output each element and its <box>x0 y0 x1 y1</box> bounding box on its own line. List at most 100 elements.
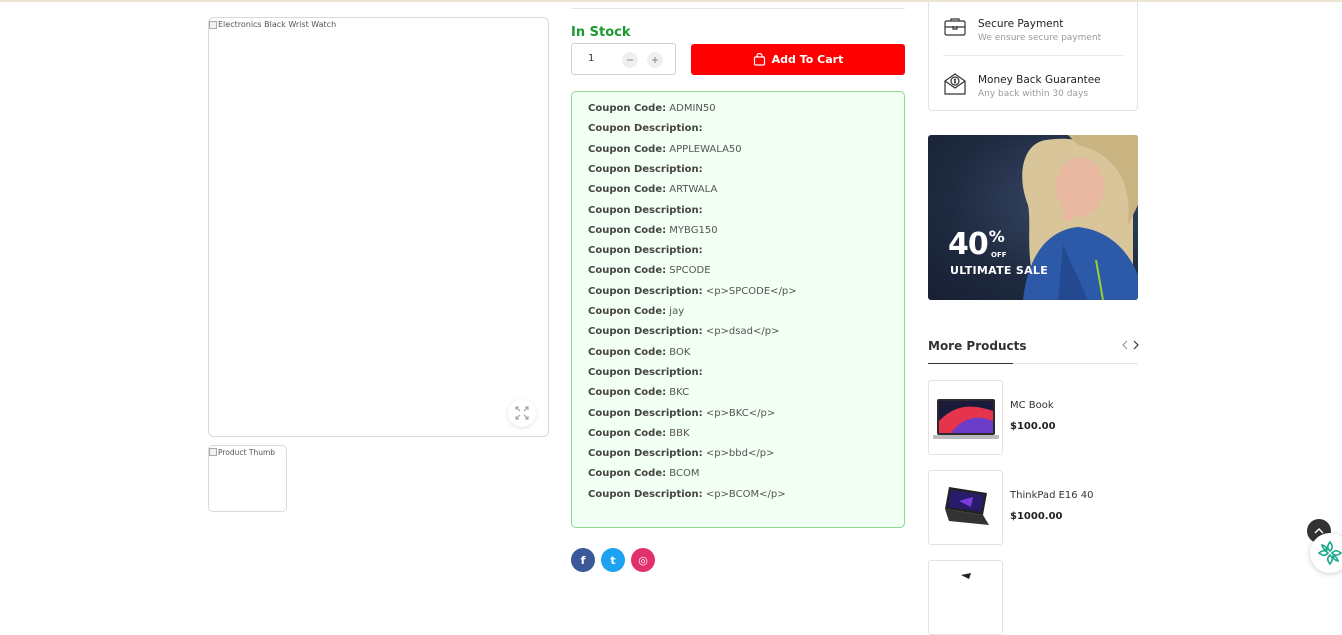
coupon-description-value: <p>SPCODE</p> <box>705 285 797 297</box>
feature-title: Money Back Guarantee <box>978 74 1101 86</box>
coupon-code-value: APPLEWALA50 <box>669 143 742 155</box>
coupon-code-label: Coupon Code: <box>588 427 667 439</box>
coupon-description-value: <p>BKC</p> <box>705 407 776 419</box>
coupon-description-line: Coupon Description: <p>bbd</p> <box>588 448 774 459</box>
coupon-code-label: Coupon Code: <box>588 184 667 196</box>
coupon-code-value: ARTWALA <box>669 184 718 196</box>
coupon-code-value: jay <box>669 306 685 317</box>
briefcase-icon <box>944 18 966 36</box>
more-products-next-button[interactable] <box>1129 338 1143 352</box>
product-thumbnail[interactable]: Product Thumb <box>208 445 287 512</box>
more-products-divider-accent <box>928 363 1013 364</box>
laptop-image <box>933 399 999 439</box>
coupon-description-value: <p>bbd</p> <box>705 448 775 460</box>
coupon-code-line: Coupon Code: jay <box>588 306 684 317</box>
product-image-thinkpad[interactable] <box>928 470 1003 545</box>
banner-title: ULTIMATE SALE <box>950 264 1049 277</box>
coupon-code-value: BCOM <box>669 468 700 480</box>
coupon-description-label: Coupon Description: <box>588 245 703 257</box>
coupon-code-line: Coupon Code: SPCODE <box>588 265 711 276</box>
instagram-share-button[interactable]: ◎ <box>631 548 655 572</box>
promo-banner[interactable]: 40% OFF ULTIMATE SALE <box>928 135 1138 300</box>
coupon-description-line: Coupon Description: <p>BCOM</p> <box>588 489 786 500</box>
twitter-icon: t <box>610 553 616 567</box>
banner-percent: 40 <box>948 227 989 262</box>
feature-secure-payment: Secure Payment We ensure secure payment <box>943 15 1125 55</box>
feature-title: Secure Payment <box>978 18 1064 30</box>
product-name[interactable]: MC Book <box>1010 400 1054 411</box>
coupon-code-value: BBK <box>669 427 690 439</box>
section-divider <box>571 8 905 9</box>
coupon-code-line: Coupon Code: BCOM <box>588 468 699 479</box>
coupon-description-label: Coupon Description: <box>588 123 703 135</box>
plus-icon <box>652 57 658 63</box>
product-price: $1000.00 <box>1010 511 1063 522</box>
coupon-description-line: Coupon Description: <p>SPCODE</p> <box>588 286 797 297</box>
coupon-code-value: MYBG150 <box>669 224 718 236</box>
coupon-description-label: Coupon Description: <box>588 366 703 378</box>
add-to-cart-button[interactable]: Add To Cart <box>691 44 905 75</box>
product-price: $100.00 <box>1010 421 1056 432</box>
facebook-icon: f <box>580 553 586 567</box>
main-image-alt: Electronics Black Wrist Watch <box>209 20 336 29</box>
coupon-description-value: <p>dsad</p> <box>705 326 780 338</box>
fullscreen-expand-button[interactable] <box>508 399 536 427</box>
coupon-description-value: <p>BCOM</p> <box>705 488 786 500</box>
coupon-code-label: Coupon Code: <box>588 346 667 358</box>
thumb-alt: Product Thumb <box>209 448 285 457</box>
increase-quantity-button[interactable] <box>647 52 663 68</box>
expand-icon <box>515 406 529 420</box>
facebook-share-button[interactable]: f <box>571 548 595 572</box>
feature-list: Secure Payment We ensure secure payment … <box>928 0 1138 111</box>
product-image-partial[interactable] <box>928 560 1003 635</box>
social-share: f t ◎ <box>571 548 655 572</box>
coupon-code-value: BKC <box>669 387 690 399</box>
main-image-alt-text: Electronics Black Wrist Watch <box>218 20 337 29</box>
coupon-code-line: Coupon Code: APPLEWALA50 <box>588 144 742 155</box>
broken-image-icon <box>209 448 217 456</box>
feature-subtitle: Any back within 30 days <box>978 89 1089 99</box>
feature-money-back: Money Back Guarantee Any back within 30 … <box>943 71 1125 111</box>
chat-bot-icon <box>1317 540 1342 566</box>
coupon-code-label: Coupon Code: <box>588 143 667 155</box>
laptop-image <box>961 573 971 579</box>
feature-subtitle: We ensure secure payment <box>978 33 1102 43</box>
coupon-description-line: Coupon Description: <box>588 123 703 134</box>
add-to-cart-label: Add To Cart <box>771 53 844 66</box>
twitter-share-button[interactable]: t <box>601 548 625 572</box>
coupon-description-label: Coupon Description: <box>588 326 703 338</box>
decrease-quantity-button[interactable] <box>622 52 638 68</box>
coupon-code-line: Coupon Code: BOK <box>588 347 690 358</box>
coupon-description-label: Coupon Description: <box>588 204 703 216</box>
product-image-mc-book[interactable] <box>928 380 1003 455</box>
chevron-right-icon <box>1133 340 1139 350</box>
broken-image-icon <box>209 20 217 29</box>
coupon-description-line: Coupon Description: <box>588 205 703 216</box>
product-name[interactable]: ThinkPad E16 40 <box>1010 490 1094 501</box>
coupon-code-label: Coupon Code: <box>588 306 667 317</box>
coupon-code-label: Coupon Code: <box>588 103 667 114</box>
header-divider <box>0 0 1342 2</box>
coupon-code-label: Coupon Code: <box>588 468 667 480</box>
chevron-left-icon <box>1122 340 1128 350</box>
coupon-description-line: Coupon Description: <box>588 245 703 256</box>
coupon-code-line: Coupon Code: MYBG150 <box>588 225 718 236</box>
main-product-image[interactable]: Electronics Black Wrist Watch <box>208 17 549 437</box>
coupon-description-line: Coupon Description: <box>588 164 703 175</box>
quantity-stepper[interactable]: 1 <box>571 43 676 75</box>
coupon-code-label: Coupon Code: <box>588 387 667 399</box>
coupon-code-line: Coupon Code: ARTWALA <box>588 184 717 195</box>
laptop-image <box>945 487 989 525</box>
minus-icon <box>627 59 633 61</box>
banner-off-label: OFF <box>991 251 1007 259</box>
quantity-input[interactable]: 1 <box>588 53 594 64</box>
coupon-code-label: Coupon Code: <box>588 224 667 236</box>
coupon-description-label: Coupon Description: <box>588 163 703 175</box>
banner-percent-sign: % <box>988 227 1005 246</box>
coupon-code-value: BOK <box>669 346 691 358</box>
instagram-icon: ◎ <box>638 553 648 567</box>
coupon-description-label: Coupon Description: <box>588 407 703 419</box>
chat-widget-button[interactable] <box>1310 533 1342 573</box>
coupon-list: Coupon Code: ADMIN50 Coupon Description: … <box>571 91 905 528</box>
stock-status: In Stock <box>571 25 631 40</box>
